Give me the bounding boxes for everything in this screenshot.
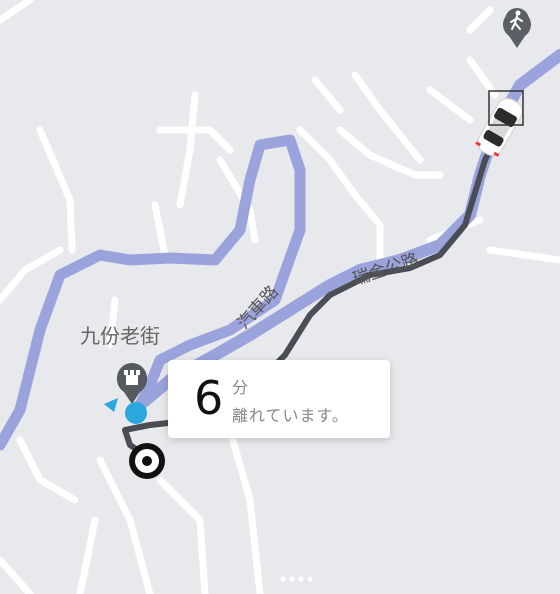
hiker-pin-icon[interactable] [503, 8, 531, 48]
road-label-2: 瑞金公路 [350, 250, 421, 290]
eta-card[interactable]: 6 分 離れています。 [168, 360, 390, 438]
destination-marker-icon[interactable] [129, 443, 165, 479]
map-canvas[interactable]: 汽車路 瑞金公路 九份老街 [0, 0, 560, 594]
car-icon[interactable] [474, 95, 527, 160]
place-label: 九份老街 [80, 324, 160, 348]
eta-away-text: 離れています。 [232, 406, 349, 425]
eta-minutes: 6 [194, 371, 224, 425]
page-indicator [280, 576, 313, 582]
eta-unit: 分 [232, 378, 249, 397]
